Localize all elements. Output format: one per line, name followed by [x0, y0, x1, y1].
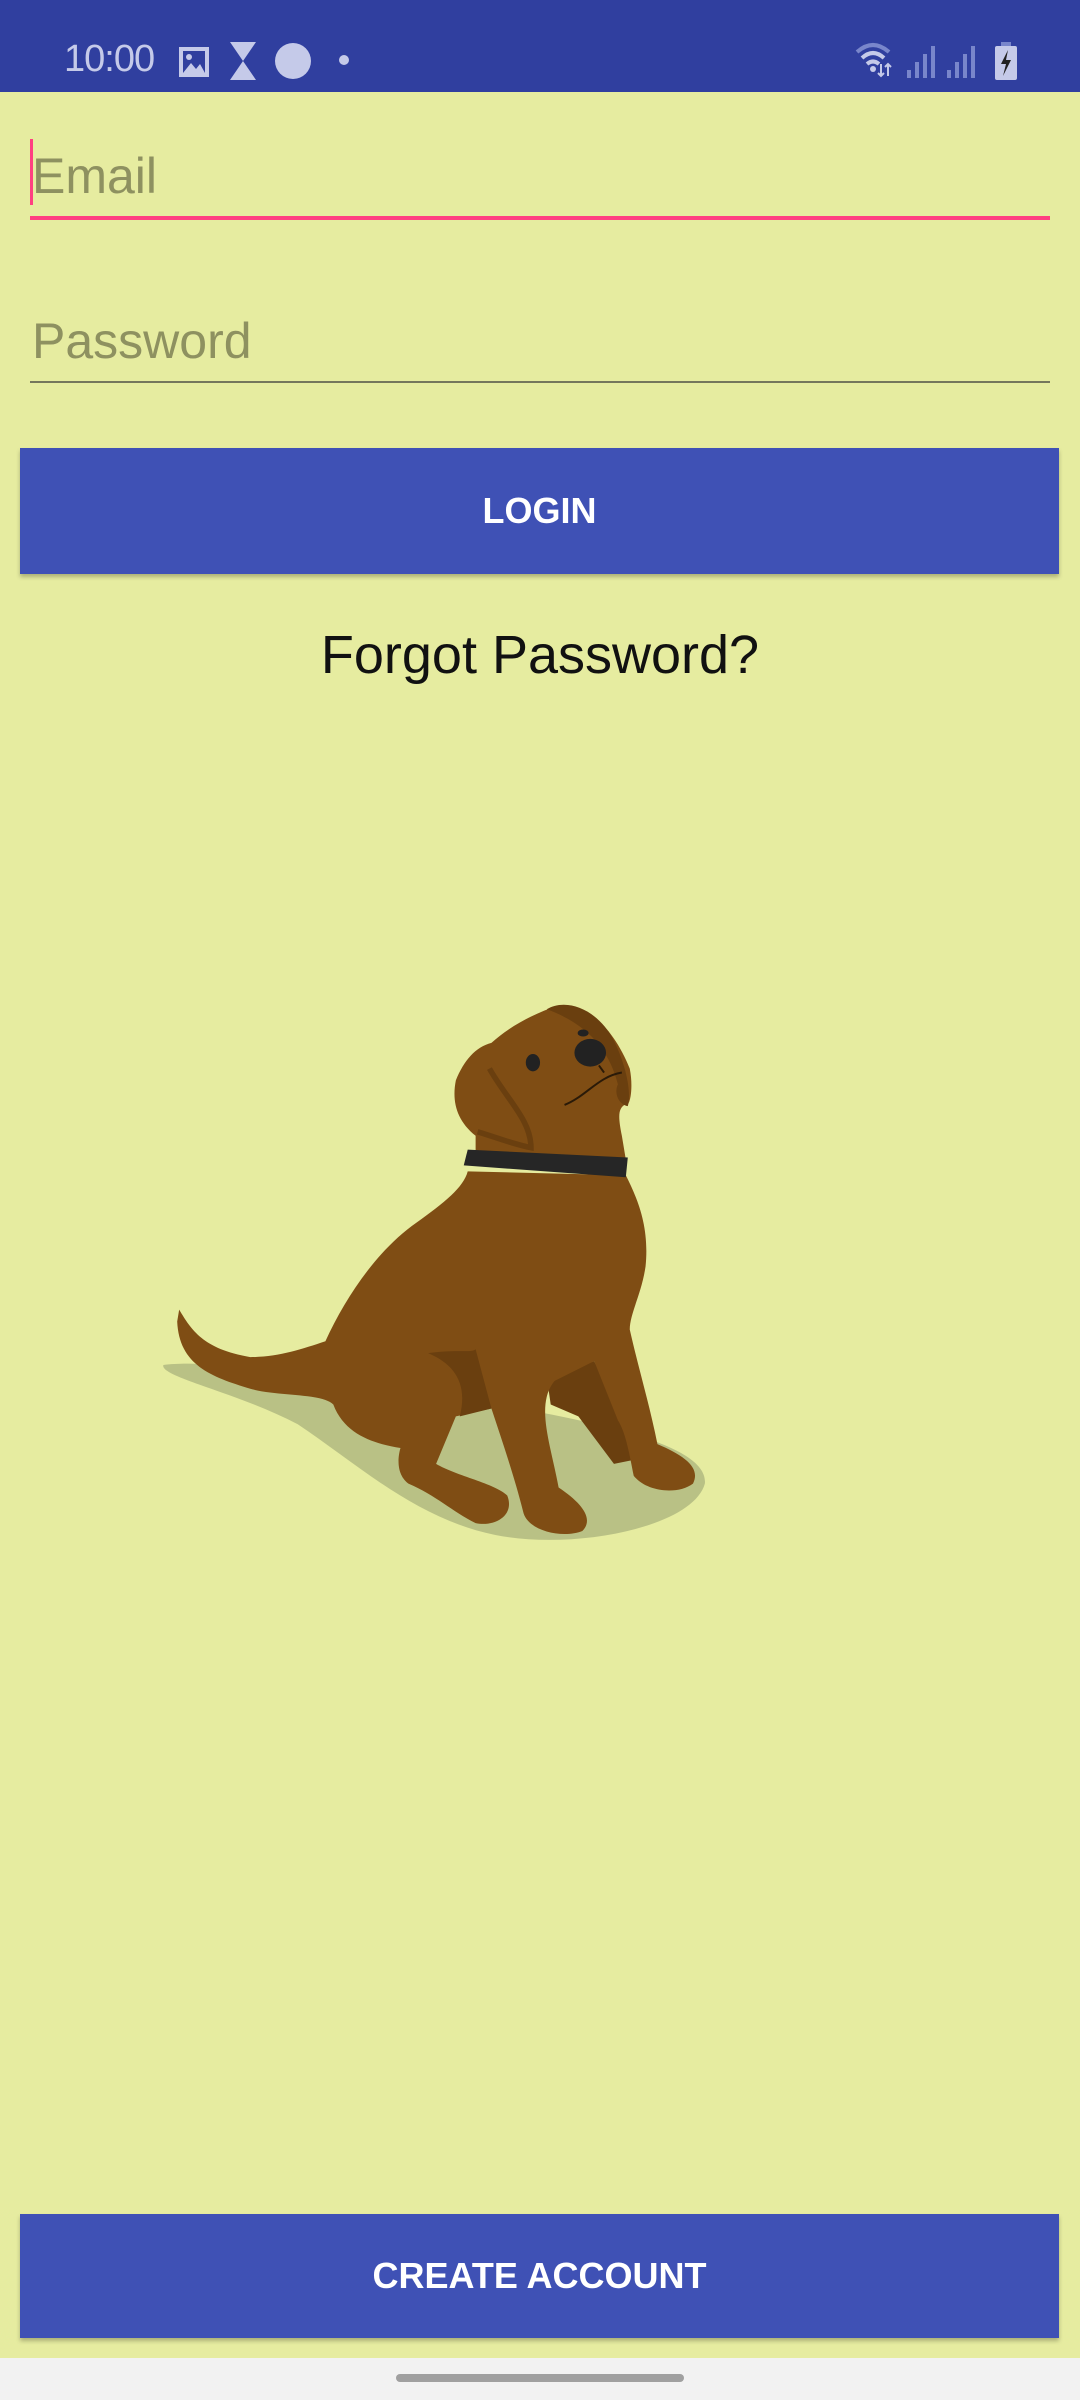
battery-charging-icon: [995, 42, 1017, 80]
email-placeholder: Email: [32, 148, 158, 204]
forgot-password-link[interactable]: Forgot Password?: [0, 624, 1080, 686]
hourglass-icon: [230, 42, 256, 80]
login-button[interactable]: LOGIN: [20, 448, 1059, 574]
signal-icon: [947, 46, 975, 78]
password-underline: [30, 381, 1050, 383]
dog-nose: [574, 1038, 607, 1067]
status-bar: 10:00: [0, 0, 1080, 92]
dog-illustration: [163, 1004, 705, 1540]
dog-eye: [577, 1029, 589, 1037]
password-field[interactable]: Password: [30, 300, 1050, 386]
wifi-icon: [855, 43, 892, 78]
home-gesture-handle[interactable]: [396, 2374, 684, 2382]
navigation-bar: [0, 2358, 1080, 2400]
text-cursor: [30, 139, 33, 205]
signal-icon: [907, 46, 935, 78]
image-icon: [179, 47, 209, 77]
status-time: 10:00: [64, 38, 155, 80]
dog-eye: [525, 1053, 541, 1072]
circle-icon: [275, 43, 311, 79]
email-field[interactable]: Email: [30, 135, 1050, 221]
create-account-button[interactable]: CREATE ACCOUNT: [20, 2214, 1059, 2338]
password-placeholder: Password: [32, 313, 252, 369]
dot-icon: [339, 55, 349, 65]
email-underline: [30, 216, 1050, 220]
